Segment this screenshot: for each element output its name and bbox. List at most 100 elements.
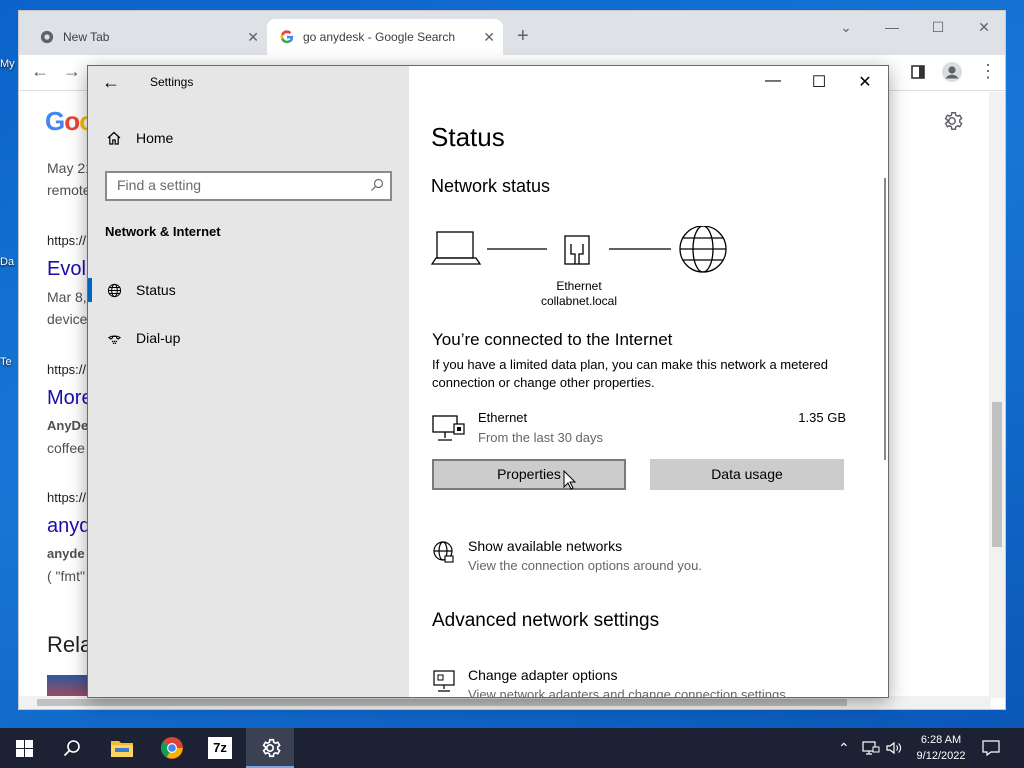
back-icon[interactable]: ← — [31, 61, 49, 82]
show-hidden-icons[interactable]: ⌃ — [838, 728, 850, 768]
7zip-label: 7z — [208, 737, 232, 759]
settings-window: ← Settings Home Find a setting Network &… — [87, 65, 889, 698]
settings-nav: ← Settings Home Find a setting Network &… — [88, 66, 409, 697]
nav-item-label: Status — [136, 282, 176, 298]
mouse-cursor-icon — [563, 469, 577, 495]
ethernet-pc-icon — [432, 414, 466, 449]
adapter-label: Ethernet — [556, 279, 602, 293]
desktop-icon-label[interactable]: Te — [0, 356, 12, 368]
tab-google-search[interactable]: go anydesk - Google Search ✕ — [267, 19, 503, 55]
result-url[interactable]: https:// — [47, 233, 86, 248]
video-thumbnail[interactable] — [47, 675, 87, 698]
properties-button[interactable]: Properties — [432, 459, 626, 490]
nav-home-label: Home — [136, 130, 174, 146]
search-placeholder: Find a setting — [117, 177, 202, 193]
tab-label: New Tab — [63, 30, 110, 44]
tab-new-tab[interactable]: New Tab ✕ — [27, 19, 267, 55]
page-scrollbar[interactable] — [989, 92, 1005, 698]
scrollbar-thumb[interactable] — [992, 402, 1002, 547]
settings-icon[interactable] — [246, 728, 294, 768]
content-scrollbar[interactable] — [884, 178, 886, 460]
domain-label: collabnet.local — [540, 294, 618, 308]
forward-icon[interactable]: → — [63, 61, 81, 82]
7zip-icon[interactable]: 7z — [196, 728, 244, 768]
connection-row: Ethernet From the last 30 days 1.35 GB — [432, 410, 846, 450]
result-date: Mar 8, — [47, 289, 87, 305]
close-tab-icon[interactable]: ✕ — [483, 29, 495, 46]
result-snippet: AnyDe — [47, 418, 89, 433]
window-title: Settings — [150, 75, 194, 89]
chrome-icon[interactable] — [148, 728, 196, 768]
google-icon — [279, 29, 295, 45]
tab-strip: New Tab ✕ go anydesk - Google Search ✕ +… — [19, 11, 1005, 55]
chevron-up-icon[interactable]: ⌃ — [838, 740, 850, 757]
nav-item-label: Dial-up — [136, 330, 181, 346]
scrollbar-thumb[interactable] — [37, 699, 847, 706]
globe-icon — [679, 225, 727, 273]
connection-name: Ethernet — [478, 410, 528, 425]
result-snippet: anyde — [47, 546, 85, 561]
minimize-icon[interactable]: — — [869, 19, 915, 35]
result-snippet: device — [47, 311, 88, 327]
data-usage-amount: 1.35 GB — [798, 410, 846, 425]
close-icon[interactable]: ✕ — [961, 19, 1007, 36]
page-title: Status — [431, 122, 505, 152]
maximize-icon[interactable]: ☐ — [796, 72, 842, 92]
desktop-icon-label[interactable]: My — [0, 58, 15, 70]
notifications-icon[interactable] — [982, 728, 1000, 768]
result-snippet: ( "fmt" — [47, 568, 85, 584]
link-title: Show available networks — [468, 538, 623, 554]
settings-content: — ☐ ✕ Status Network status Ethernet col… — [409, 66, 888, 697]
clock[interactable]: 6:28 AM 9/12/2022 — [906, 732, 976, 764]
result-url[interactable]: https:// — [47, 362, 86, 377]
volume-icon[interactable] — [886, 728, 902, 768]
ethernet-icon — [564, 235, 590, 265]
search-icon — [370, 178, 384, 195]
result-snippet: coffee — [47, 440, 85, 456]
chrome-icon — [39, 29, 55, 45]
data-usage-button[interactable]: Data usage — [650, 459, 844, 490]
result-title-link[interactable]: anyd — [47, 515, 90, 538]
settings-search-input[interactable]: Find a setting — [105, 171, 392, 201]
selection-indicator — [88, 278, 92, 302]
advanced-heading: Advanced network settings — [432, 610, 660, 631]
result-url[interactable]: https:// — [47, 490, 86, 505]
desktop-icon-label[interactable]: Da — [0, 256, 14, 268]
result-title-link[interactable]: More — [47, 387, 93, 410]
network-tray-icon[interactable] — [862, 728, 880, 768]
side-panel-icon[interactable] — [911, 63, 925, 84]
dialup-icon — [106, 331, 122, 346]
profile-icon[interactable] — [941, 61, 963, 88]
taskbar: 7z ⌃ 6:28 AM 9/12/2022 — [0, 728, 1024, 768]
search-icon[interactable] — [48, 728, 96, 768]
menu-icon[interactable]: ⋮ — [979, 61, 997, 82]
globe-icon — [106, 283, 122, 298]
start-icon[interactable] — [0, 728, 48, 768]
tab-label: go anydesk - Google Search — [303, 30, 456, 44]
nav-item-dial-up[interactable]: Dial-up — [106, 326, 180, 350]
close-tab-icon[interactable]: ✕ — [247, 29, 259, 46]
gear-icon[interactable] — [941, 110, 963, 137]
connection-status: You’re connected to the Internet — [432, 330, 673, 349]
nav-section-heading: Network & Internet — [105, 224, 221, 239]
related-heading: Rela — [47, 632, 93, 657]
home-icon — [106, 130, 122, 146]
nav-item-status[interactable]: Status — [106, 278, 176, 302]
back-arrow-icon[interactable]: ← — [102, 72, 120, 93]
clock-time: 6:28 AM — [920, 734, 962, 746]
file-explorer-icon[interactable] — [98, 728, 146, 768]
result-snippet: remote — [47, 182, 91, 198]
adapter-icon — [432, 669, 456, 697]
link-subtitle: View network adapters and change connect… — [468, 687, 790, 698]
tab-search-icon[interactable]: ⌄ — [823, 19, 869, 36]
clock-date: 9/12/2022 — [916, 750, 966, 762]
network-status-heading: Network status — [431, 176, 551, 196]
minimize-icon[interactable]: — — [750, 72, 796, 90]
link-subtitle: View the connection options around you. — [468, 558, 702, 573]
nav-home[interactable]: Home — [106, 130, 173, 146]
laptop-icon — [430, 231, 482, 265]
new-tab-icon[interactable]: + — [517, 25, 529, 48]
close-icon[interactable]: ✕ — [842, 72, 888, 92]
maximize-icon[interactable]: ☐ — [915, 19, 961, 36]
connection-description: If you have a limited data plan, you can… — [432, 357, 828, 390]
